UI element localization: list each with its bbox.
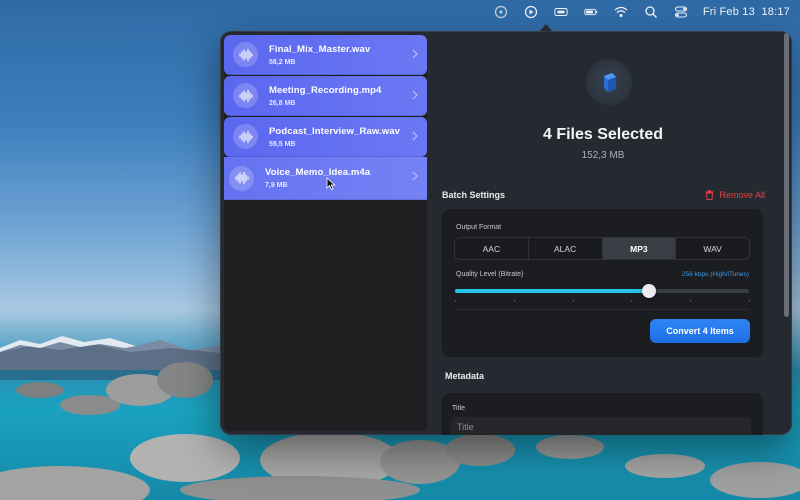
file-size: 26,8 MB	[269, 99, 296, 107]
app-status-icon[interactable]	[493, 4, 509, 20]
stack-files-icon	[604, 73, 616, 92]
waveform-icon	[229, 165, 254, 191]
menu-bar: Fri Feb 13 18:17	[0, 0, 800, 24]
selection-total-size: 152,3 MB	[581, 150, 625, 161]
slider-tick	[749, 300, 750, 302]
card-divider	[455, 309, 749, 310]
batch-settings-card: Output Format AAC ALAC MP3 WAV Quality Leve…	[442, 209, 763, 357]
file-name: Voice_Memo_Idea.m4a	[265, 167, 371, 178]
menu-bar-time: 18:17	[761, 6, 790, 18]
file-list-item[interactable]: Podcast_Interview_Raw.wav 59,5 MB	[224, 117, 427, 157]
output-format-label: Output Format	[456, 224, 502, 231]
chevron-right-icon	[412, 171, 418, 181]
bitrate-slider-ticks	[455, 300, 750, 302]
metadata-heading: Metadata	[445, 371, 485, 381]
slider-tick	[513, 300, 515, 302]
remove-all-button[interactable]: Remove All	[705, 190, 765, 200]
title-input[interactable]	[451, 417, 751, 435]
output-format-selector: AAC ALAC MP3 WAV	[454, 237, 750, 260]
file-size: 7,9 MB	[265, 182, 288, 189]
file-list-item[interactable]: Meeting_Recording.mp4 26,8 MB	[224, 76, 427, 116]
quality-level-label: Quality Level (Bitrate)	[456, 271, 524, 278]
menu-bar-date: Fri Feb 13	[702, 6, 755, 18]
mouse-cursor-icon	[326, 177, 336, 191]
file-name: Podcast_Interview_Raw.wav	[269, 125, 400, 137]
detail-scrollbar[interactable]	[784, 33, 789, 317]
file-list-item[interactable]: Final_Mix_Master.wav 58,2 MB	[224, 35, 427, 75]
file-size: 59,5 MB	[269, 140, 296, 148]
file-size: 58,2 MB	[269, 58, 296, 66]
converter-popover: Final_Mix_Master.wav 58,2 MB Meeting_Recor…	[220, 31, 792, 435]
file-name: Meeting_Recording.mp4	[269, 84, 382, 96]
selection-title: 4 Files Selected	[542, 126, 664, 143]
slider-tick	[631, 300, 633, 302]
detail-pane: 4 Files Selected 152,3 MB Batch Settings…	[432, 31, 792, 435]
chevron-right-icon	[412, 90, 418, 100]
title-field-label: Title	[452, 405, 465, 412]
battery-icon[interactable]	[583, 4, 599, 20]
wifi-icon[interactable]	[613, 4, 629, 20]
slider-tick	[455, 300, 456, 302]
file-name: Final_Mix_Master.wav	[269, 43, 371, 55]
search-icon[interactable]	[643, 4, 659, 20]
control-center-icon[interactable]	[673, 4, 689, 20]
batch-settings-heading: Batch Settings	[442, 190, 506, 200]
quality-level-value: 256 kbps (High/iTunes)	[682, 271, 749, 278]
metadata-card: Title	[442, 393, 763, 435]
bitrate-slider[interactable]	[455, 284, 749, 298]
format-option-wav[interactable]: WAV	[676, 238, 749, 259]
format-option-aac[interactable]: AAC	[455, 238, 529, 259]
remove-all-label: Remove All	[719, 190, 765, 200]
menu-bar-clock[interactable]: Fri Feb 13 18:17	[703, 6, 790, 18]
file-list: Final_Mix_Master.wav 58,2 MB Meeting_Recor…	[224, 35, 427, 431]
media-icon[interactable]	[553, 4, 569, 20]
slider-tick	[572, 300, 574, 302]
bitrate-slider-fill	[455, 289, 650, 293]
play-icon[interactable]	[523, 4, 539, 20]
format-option-mp3[interactable]: MP3	[602, 238, 677, 259]
waveform-icon	[233, 83, 258, 108]
convert-button[interactable]: Convert 4 Items	[650, 319, 750, 343]
waveform-icon	[233, 124, 258, 149]
selection-icon	[586, 59, 632, 105]
slider-tick	[690, 300, 692, 302]
waveform-icon	[233, 42, 258, 67]
chevron-right-icon	[412, 49, 418, 59]
trash-icon	[705, 190, 714, 200]
bitrate-slider-thumb[interactable]	[642, 284, 657, 298]
format-option-alac[interactable]: ALAC	[529, 238, 603, 259]
chevron-right-icon	[412, 131, 418, 141]
